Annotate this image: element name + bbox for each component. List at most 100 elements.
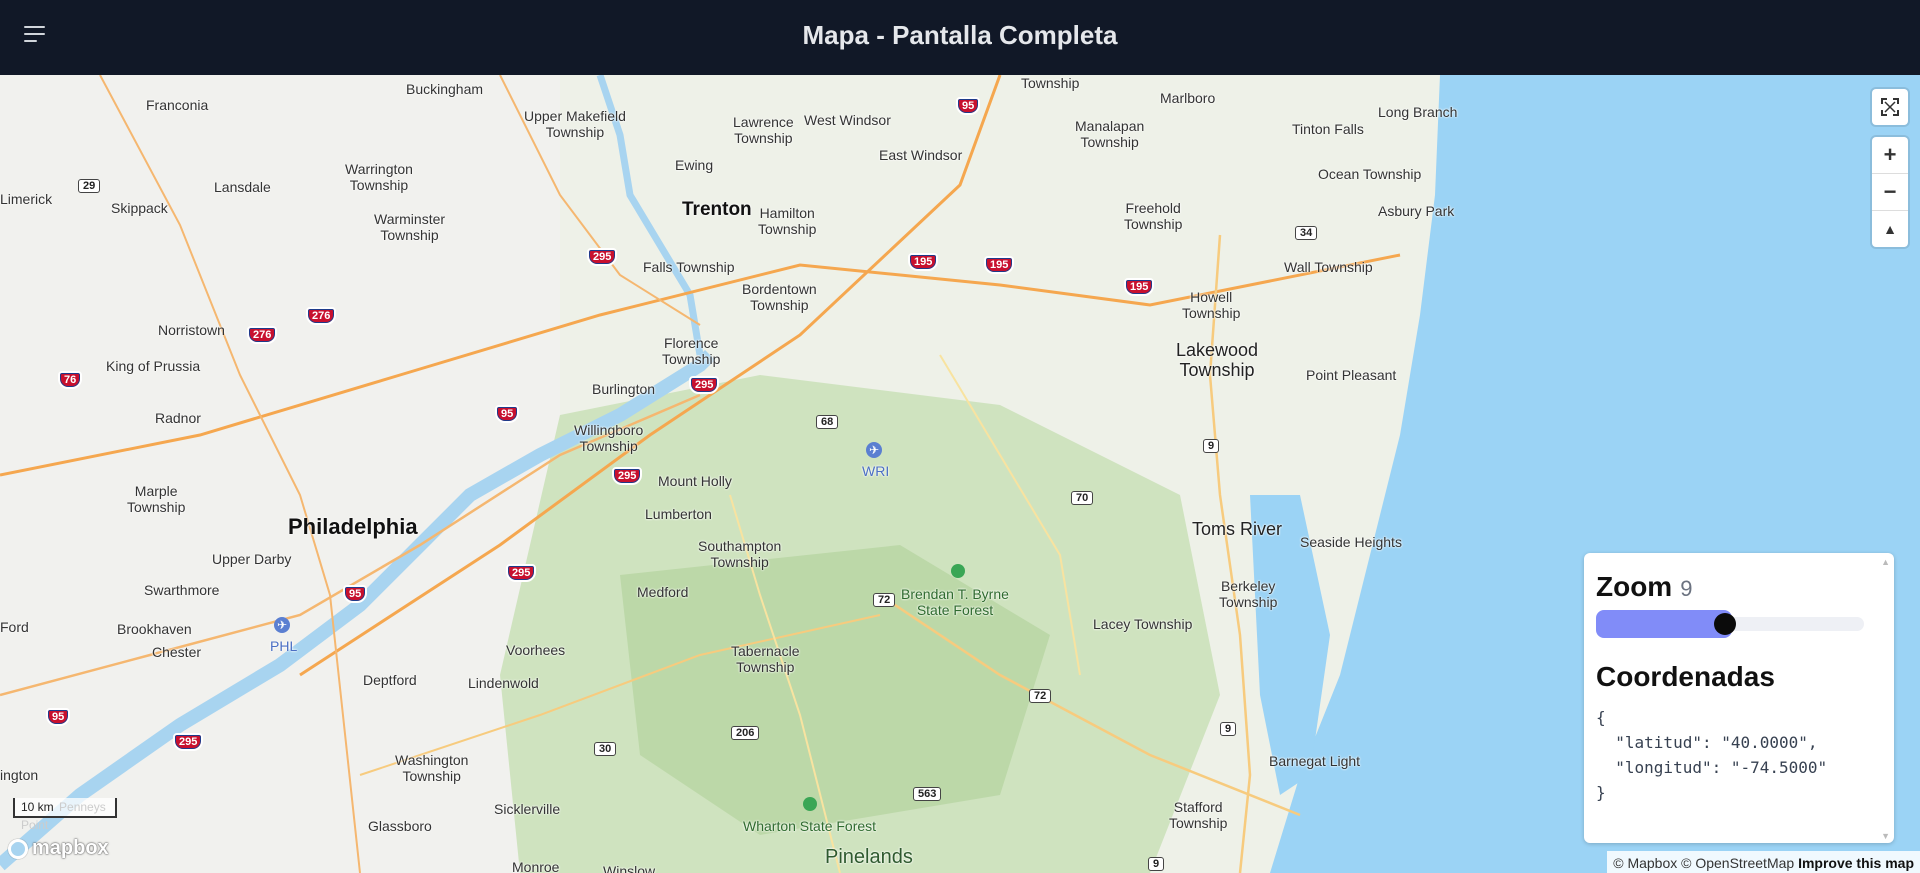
place-label: Norristown bbox=[158, 322, 225, 338]
route-shield: 9 bbox=[1203, 439, 1220, 453]
place-label: Manalapan Township bbox=[1075, 118, 1145, 150]
scroll-up-icon[interactable]: ▲ bbox=[1881, 557, 1890, 567]
info-panel: Zoom 9 Coordenadas { "latitud": "40.0000… bbox=[1584, 553, 1894, 843]
mapbox-logo[interactable]: mapbox bbox=[8, 837, 109, 860]
place-label: Chester bbox=[152, 644, 202, 660]
interstate-shield: 95 bbox=[46, 708, 71, 726]
place-label: Berkeley Township bbox=[1219, 578, 1278, 610]
place-label: Stafford Township bbox=[1169, 799, 1228, 831]
place-label: Howell Township bbox=[1182, 289, 1241, 321]
interstate-shield: 95 bbox=[343, 585, 368, 603]
park-wharton: Wharton State Forest bbox=[743, 818, 877, 834]
zoom-heading-row: Zoom 9 bbox=[1596, 571, 1692, 603]
interstate-shield: 195 bbox=[984, 256, 1015, 274]
route-shield: 30 bbox=[594, 742, 617, 756]
zoom-out-button[interactable]: − bbox=[1872, 174, 1908, 211]
route-shield: 563 bbox=[913, 787, 942, 801]
interstate-shield: 295 bbox=[506, 564, 537, 582]
place-label: Warrington Township bbox=[345, 161, 413, 193]
place-label: Florence Township bbox=[662, 335, 721, 367]
place-label: Franconia bbox=[146, 97, 209, 113]
interstate-shield: 95 bbox=[956, 97, 981, 115]
city-trenton: Trenton bbox=[682, 199, 752, 220]
scroll-down-icon[interactable]: ▼ bbox=[1881, 831, 1890, 841]
place-label: Skippack bbox=[111, 200, 168, 216]
scale-label: 10 km bbox=[21, 800, 54, 814]
city-philadelphia: Philadelphia bbox=[288, 514, 418, 539]
airport-icon: ✈ bbox=[274, 617, 290, 633]
interstate-shield: 76 bbox=[58, 371, 83, 389]
place-label: Hamilton Township bbox=[758, 205, 817, 237]
park-icon bbox=[951, 564, 965, 578]
interstate-shield: 195 bbox=[908, 253, 939, 271]
zoom-value: 9 bbox=[1680, 576, 1693, 601]
place-label: Tinton Falls bbox=[1292, 121, 1364, 137]
interstate-shield: 195 bbox=[1124, 278, 1155, 296]
airport-phl: PHL bbox=[270, 638, 298, 654]
navigation-control: + − ▲ bbox=[1872, 137, 1908, 247]
place-label: Burlington bbox=[592, 381, 656, 397]
place-label: Lansdale bbox=[214, 179, 271, 195]
fullscreen-icon[interactable] bbox=[1872, 89, 1908, 125]
place-label: Long Branch bbox=[1378, 104, 1458, 120]
interstate-shield: 276 bbox=[306, 307, 337, 325]
place-label: Limerick bbox=[0, 191, 53, 207]
compass-icon[interactable]: ▲ bbox=[1872, 211, 1908, 247]
place-label: Warminster Township bbox=[374, 211, 446, 243]
place-label: Washington Township bbox=[395, 752, 469, 784]
place-label: Voorhees bbox=[506, 642, 566, 658]
zoom-slider-fill bbox=[1596, 610, 1732, 638]
improve-map-link[interactable]: Improve this map bbox=[1798, 855, 1914, 871]
place-label: Swarthmore bbox=[144, 582, 220, 598]
top-bar: Mapa - Pantalla Completa bbox=[0, 0, 1920, 75]
place-label: Bordentown Township bbox=[742, 281, 817, 313]
interstate-shield: 295 bbox=[612, 467, 643, 485]
mapbox-logo-icon bbox=[8, 838, 28, 859]
place-label: Southampton Township bbox=[698, 538, 782, 570]
town-toms-river: Toms River bbox=[1192, 519, 1283, 539]
zoom-slider-thumb[interactable] bbox=[1714, 613, 1736, 635]
place-label: West Windsor bbox=[804, 112, 891, 128]
town-lakewood: Lakewood Township bbox=[1176, 340, 1259, 380]
place-label: Ford bbox=[0, 619, 29, 635]
place-label: King of Prussia bbox=[106, 358, 201, 374]
coords-json: { "latitud": "40.0000", "longitud": "-74… bbox=[1596, 708, 1828, 802]
zoom-slider[interactable] bbox=[1596, 610, 1864, 638]
place-label: Marple Township bbox=[127, 483, 186, 515]
place-label: Upper Makefield Township bbox=[524, 108, 626, 140]
page-title: Mapa - Pantalla Completa bbox=[802, 20, 1118, 50]
place-label: Lindenwold bbox=[468, 675, 539, 691]
interstate-shield: 295 bbox=[587, 248, 618, 266]
place-label: Upper Darby bbox=[212, 551, 292, 567]
attribution-text[interactable]: © Mapbox © OpenStreetMap bbox=[1613, 855, 1794, 871]
mapbox-logo-text: mapbox bbox=[32, 837, 109, 859]
zoom-title: Zoom bbox=[1596, 571, 1673, 602]
park-brendan-byrne: Brendan T. Byrne State Forest bbox=[901, 586, 1009, 618]
place-label: Deptford bbox=[363, 672, 417, 688]
route-shield: 34 bbox=[1295, 226, 1318, 240]
place-label: Marlboro bbox=[1160, 90, 1216, 106]
place-label: ington bbox=[0, 767, 39, 783]
route-shield: 29 bbox=[78, 179, 101, 193]
interstate-shield: 95 bbox=[495, 405, 520, 423]
place-label: Ocean Township bbox=[1318, 166, 1422, 182]
place-label: Wall Township bbox=[1284, 259, 1373, 275]
place-label: Winslow bbox=[603, 863, 656, 873]
interstate-shield: 276 bbox=[247, 326, 278, 344]
place-label: Asbury Park bbox=[1378, 203, 1455, 219]
zoom-in-button[interactable]: + bbox=[1872, 137, 1908, 174]
place-label: Freehold Township bbox=[1124, 200, 1183, 232]
place-label: Brookhaven bbox=[117, 621, 192, 637]
attribution: © Mapbox © OpenStreetMap Improve this ma… bbox=[1607, 851, 1920, 873]
place-label: Mount Holly bbox=[658, 473, 732, 489]
route-shield: 72 bbox=[873, 593, 896, 607]
route-shield: 68 bbox=[816, 415, 839, 429]
place-label: Falls Township bbox=[643, 259, 735, 275]
interstate-shield: 295 bbox=[173, 733, 204, 751]
route-shield: 9 bbox=[1220, 722, 1237, 736]
route-shield: 206 bbox=[731, 726, 760, 740]
fullscreen-control bbox=[1872, 89, 1908, 125]
place-label: Radnor bbox=[155, 410, 201, 426]
place-label: Monroe bbox=[512, 859, 560, 873]
route-shield: 72 bbox=[1029, 689, 1052, 703]
